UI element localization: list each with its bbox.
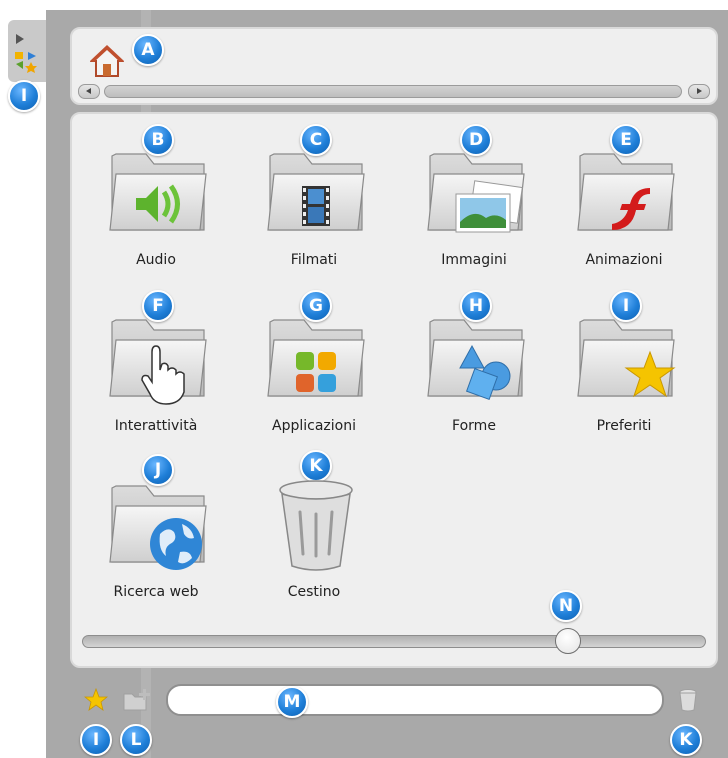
audio-folder-icon (109, 153, 207, 231)
folder-preferiti[interactable]: I Preferiti (554, 284, 694, 434)
home-marker: A (132, 34, 164, 66)
flash-folder-icon (577, 153, 675, 231)
expand-arrow-icon[interactable] (16, 34, 24, 44)
favorite-marker: I (80, 724, 112, 756)
zoom-slider[interactable] (82, 628, 706, 654)
library-mini-icon (15, 52, 37, 73)
folder-animazioni[interactable]: E Animazioni (554, 118, 694, 268)
slider-marker: N (550, 590, 582, 622)
folder-immagini[interactable]: D Immagini (404, 118, 544, 268)
folder-applicazioni[interactable]: G Applicazioni (244, 284, 384, 434)
new-folder-marker: L (120, 724, 152, 756)
new-folder-icon[interactable] (122, 688, 152, 712)
folder-label: Cestino (287, 584, 341, 600)
folder-label: Applicazioni (272, 418, 356, 434)
folder-label: Immagini (441, 252, 507, 268)
folder-audio[interactable]: B Audio (86, 118, 226, 268)
folder-label: Ricerca web (113, 584, 199, 600)
images-folder-icon (427, 153, 525, 233)
shapes-folder-icon (427, 319, 525, 401)
scroll-track[interactable] (104, 85, 682, 98)
scroll-right-button[interactable] (688, 84, 710, 99)
folder-label: Filmati (290, 252, 338, 268)
input-marker: M (276, 686, 308, 718)
folder-forme[interactable]: H Forme (404, 284, 544, 434)
favorite-star-icon[interactable] (84, 688, 108, 712)
folder-ricerca-web[interactable]: J Ricerca web (86, 450, 226, 600)
slider-knob[interactable] (555, 628, 582, 654)
folder-label: Interattività (114, 418, 198, 434)
hand-folder-icon (109, 319, 207, 405)
folder-label: Preferiti (596, 418, 652, 434)
apps-folder-icon (267, 319, 365, 397)
trash-small-icon[interactable] (678, 688, 698, 712)
folder-label: Audio (136, 252, 176, 268)
folder-label: Forme (452, 418, 496, 434)
home-icon[interactable] (90, 44, 124, 78)
bottom-trash-marker: K (670, 724, 702, 756)
scroll-left-button[interactable] (78, 84, 100, 99)
star-folder-icon (577, 319, 676, 398)
film-folder-icon (267, 153, 365, 231)
search-input[interactable] (166, 684, 664, 716)
trash-icon (279, 480, 353, 571)
folder-filmati[interactable]: C Filmati (244, 118, 384, 268)
slider-track[interactable] (82, 635, 706, 648)
folder-label: Animazioni (585, 252, 663, 268)
globe-folder-icon (109, 485, 207, 570)
trash-bin[interactable]: K Cestino (244, 450, 384, 600)
breadcrumb-scrollbar[interactable] (74, 84, 714, 99)
folder-interattivita[interactable]: F Interattività (86, 284, 226, 434)
side-marker: I (8, 80, 40, 112)
